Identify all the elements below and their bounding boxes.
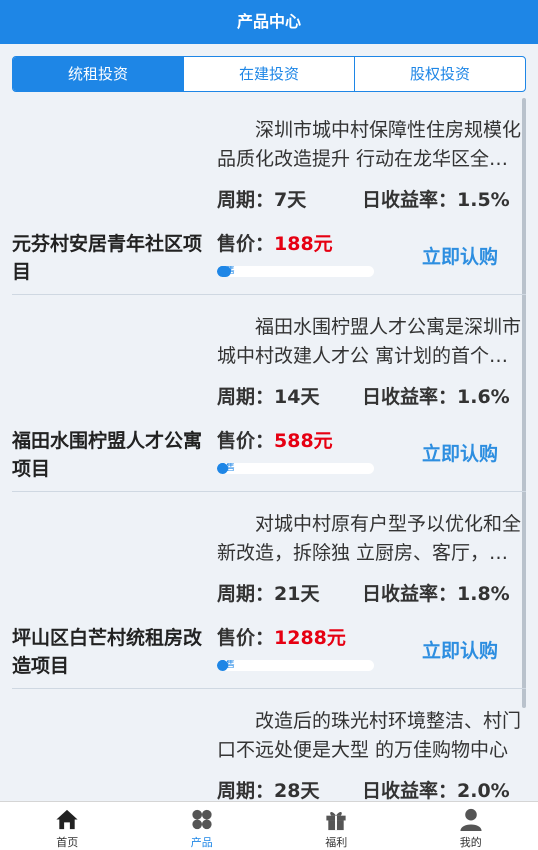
tabbar-item-mine[interactable]: 我的 (404, 802, 538, 850)
product-price-row: 售价：1288元 (217, 623, 346, 650)
product-description: 福田水围柠盟人才公寓是深圳市城中村改建人才公 寓计划的首个试点项目 (217, 316, 522, 367)
tabbar-label: 产品 (190, 836, 213, 849)
tabbar-label: 我的 (459, 836, 482, 849)
tabbar-item-products[interactable]: 产品 (135, 802, 270, 850)
bottom-tab-bar: 首页 产品 福利 我的 (0, 801, 538, 850)
tab-lease-investment[interactable]: 统租投资 (13, 57, 184, 91)
price-value: 188元 (274, 233, 333, 255)
tab-equity-investment[interactable]: 股权投资 (355, 57, 525, 91)
product-list[interactable]: 深圳市城中村保障性住房规模化品质化改造提升 行动在龙华区全面推进 周期：7天 日… (12, 98, 526, 801)
product-daily-rate: 日收益率：2.0% (362, 780, 510, 801)
price-value: 1288元 (274, 627, 346, 649)
header-bar: 产品中心 (0, 0, 538, 44)
buy-now-button[interactable]: 立即认购 (422, 242, 498, 269)
sold-label: 已售 (217, 463, 236, 473)
investment-tabs: 统租投资 在建投资 股权投资 (12, 56, 526, 92)
tabbar-item-welfare[interactable]: 福利 (269, 802, 404, 850)
product-title: 福田水围柠盟人才公寓项目 (12, 430, 203, 480)
product-price-row: 售价：588元 (217, 426, 333, 453)
product-period: 周期：28天 (217, 780, 320, 801)
sold-label: 已售 (217, 266, 236, 276)
sold-progress-bar: 已售 (217, 660, 374, 671)
tabbar-label: 福利 (325, 836, 348, 849)
product-title: 元芬村安居青年社区项目 (12, 233, 203, 283)
price-label: 售价： (217, 627, 275, 649)
product-card: 对城中村原有户型予以优化和全新改造，拆除独 立厨房、客厅，重新设计 周期：21天… (12, 492, 526, 689)
sold-progress-bar: 已售 (217, 266, 374, 277)
product-period: 周期：14天 (217, 386, 320, 408)
buy-now-button[interactable]: 立即认购 (422, 439, 498, 466)
price-label: 售价： (217, 430, 275, 452)
product-description: 深圳市城中村保障性住房规模化品质化改造提升 行动在龙华区全面推进 (217, 119, 522, 170)
product-card: 福田水围柠盟人才公寓是深圳市城中村改建人才公 寓计划的首个试点项目 周期：14天… (12, 295, 526, 492)
product-description: 对城中村原有户型予以优化和全新改造，拆除独 立厨房、客厅，重新设计 (217, 513, 522, 564)
product-price-row: 售价：188元 (217, 229, 333, 256)
product-daily-rate: 日收益率：1.8% (362, 583, 510, 605)
product-card: 深圳市城中村保障性住房规模化品质化改造提升 行动在龙华区全面推进 周期：7天 日… (12, 98, 526, 295)
tabbar-label: 首页 (56, 836, 79, 849)
product-card: 改造后的珠光村环境整洁、村门口不远处便是大型 的万佳购物中心 周期：28天 日收… (12, 689, 526, 801)
grid-icon (192, 809, 212, 830)
buy-now-button[interactable]: 立即认购 (422, 636, 498, 663)
sold-label: 已售 (217, 660, 236, 670)
user-icon (460, 808, 482, 832)
product-daily-rate: 日收益率：1.6% (362, 386, 510, 408)
price-value: 588元 (274, 430, 333, 452)
home-icon (56, 809, 78, 830)
price-label: 售价： (217, 233, 275, 255)
tabbar-item-home[interactable]: 首页 (0, 802, 135, 850)
sold-progress-bar: 已售 (217, 463, 374, 474)
page-title: 产品中心 (236, 12, 301, 31)
product-period: 周期：7天 (217, 189, 307, 211)
tab-construction-investment[interactable]: 在建投资 (184, 57, 355, 91)
product-title: 坪山区白芒村统租房改造项目 (12, 627, 203, 677)
gift-icon (326, 812, 346, 831)
product-daily-rate: 日收益率：1.5% (362, 189, 510, 211)
product-description: 改造后的珠光村环境整洁、村门口不远处便是大型 的万佳购物中心 (217, 710, 522, 761)
product-period: 周期：21天 (217, 583, 320, 605)
